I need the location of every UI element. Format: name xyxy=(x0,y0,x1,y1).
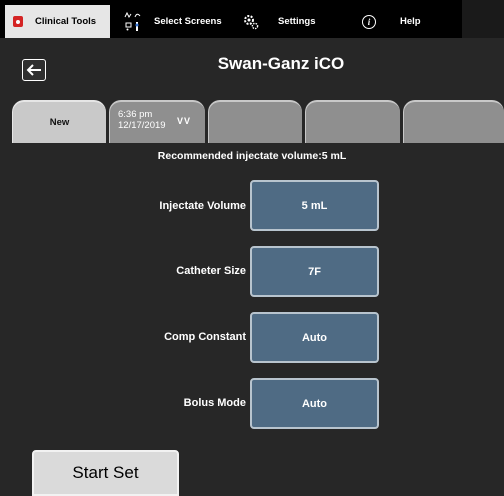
clinical-tools-icon xyxy=(13,16,23,27)
bolus-mode-button[interactable]: Auto xyxy=(250,378,379,429)
top-navigation-bar: Clinical Tools Select Screens Settings i xyxy=(0,0,504,38)
comp-constant-label: Comp Constant xyxy=(164,331,246,343)
nav-bar-filler xyxy=(462,0,504,38)
tab-clinical-tools-label: Clinical Tools xyxy=(35,16,97,27)
settings-gear-icon xyxy=(242,13,260,31)
start-set-button[interactable]: Start Set xyxy=(32,450,179,496)
tab-select-screens-label: Select Screens xyxy=(154,16,222,27)
tab-settings-label: Settings xyxy=(278,16,316,27)
info-icon: i xyxy=(362,14,376,29)
session-time: 6:36 pm xyxy=(118,109,153,120)
tab-select-screens[interactable]: Select Screens xyxy=(118,5,228,38)
tab-help-label: Help xyxy=(400,16,421,27)
session-tab-empty[interactable] xyxy=(208,100,302,143)
session-tab-new-label: New xyxy=(49,117,70,128)
tab-help[interactable]: i Help xyxy=(348,5,456,38)
recommended-volume-text: Recommended injectate volume:5 mL xyxy=(157,150,347,162)
catheter-size-label: Catheter Size xyxy=(176,265,246,277)
session-indicator: VV xyxy=(176,116,191,126)
injectate-volume-label: Injectate Volume xyxy=(159,200,246,212)
tab-clinical-tools[interactable]: Clinical Tools xyxy=(5,5,110,38)
injectate-volume-button[interactable]: 5 mL xyxy=(250,180,379,231)
session-tab-empty[interactable] xyxy=(305,100,400,143)
session-tab-new[interactable]: New xyxy=(12,100,106,143)
session-tab-empty[interactable] xyxy=(403,100,504,143)
session-timestamp: 6:36 pm 12/17/2019 xyxy=(118,109,166,131)
session-date: 12/17/2019 xyxy=(118,120,166,131)
tab-settings[interactable]: Settings xyxy=(234,5,340,38)
comp-constant-button[interactable]: Auto xyxy=(250,312,379,363)
catheter-size-button[interactable]: 7F xyxy=(250,246,379,297)
select-screens-icon xyxy=(124,11,144,33)
session-tab-previous[interactable]: 6:36 pm 12/17/2019 VV xyxy=(109,100,205,143)
bolus-mode-label: Bolus Mode xyxy=(183,397,246,409)
page-title: Swan-Ganz iCO xyxy=(217,54,345,73)
